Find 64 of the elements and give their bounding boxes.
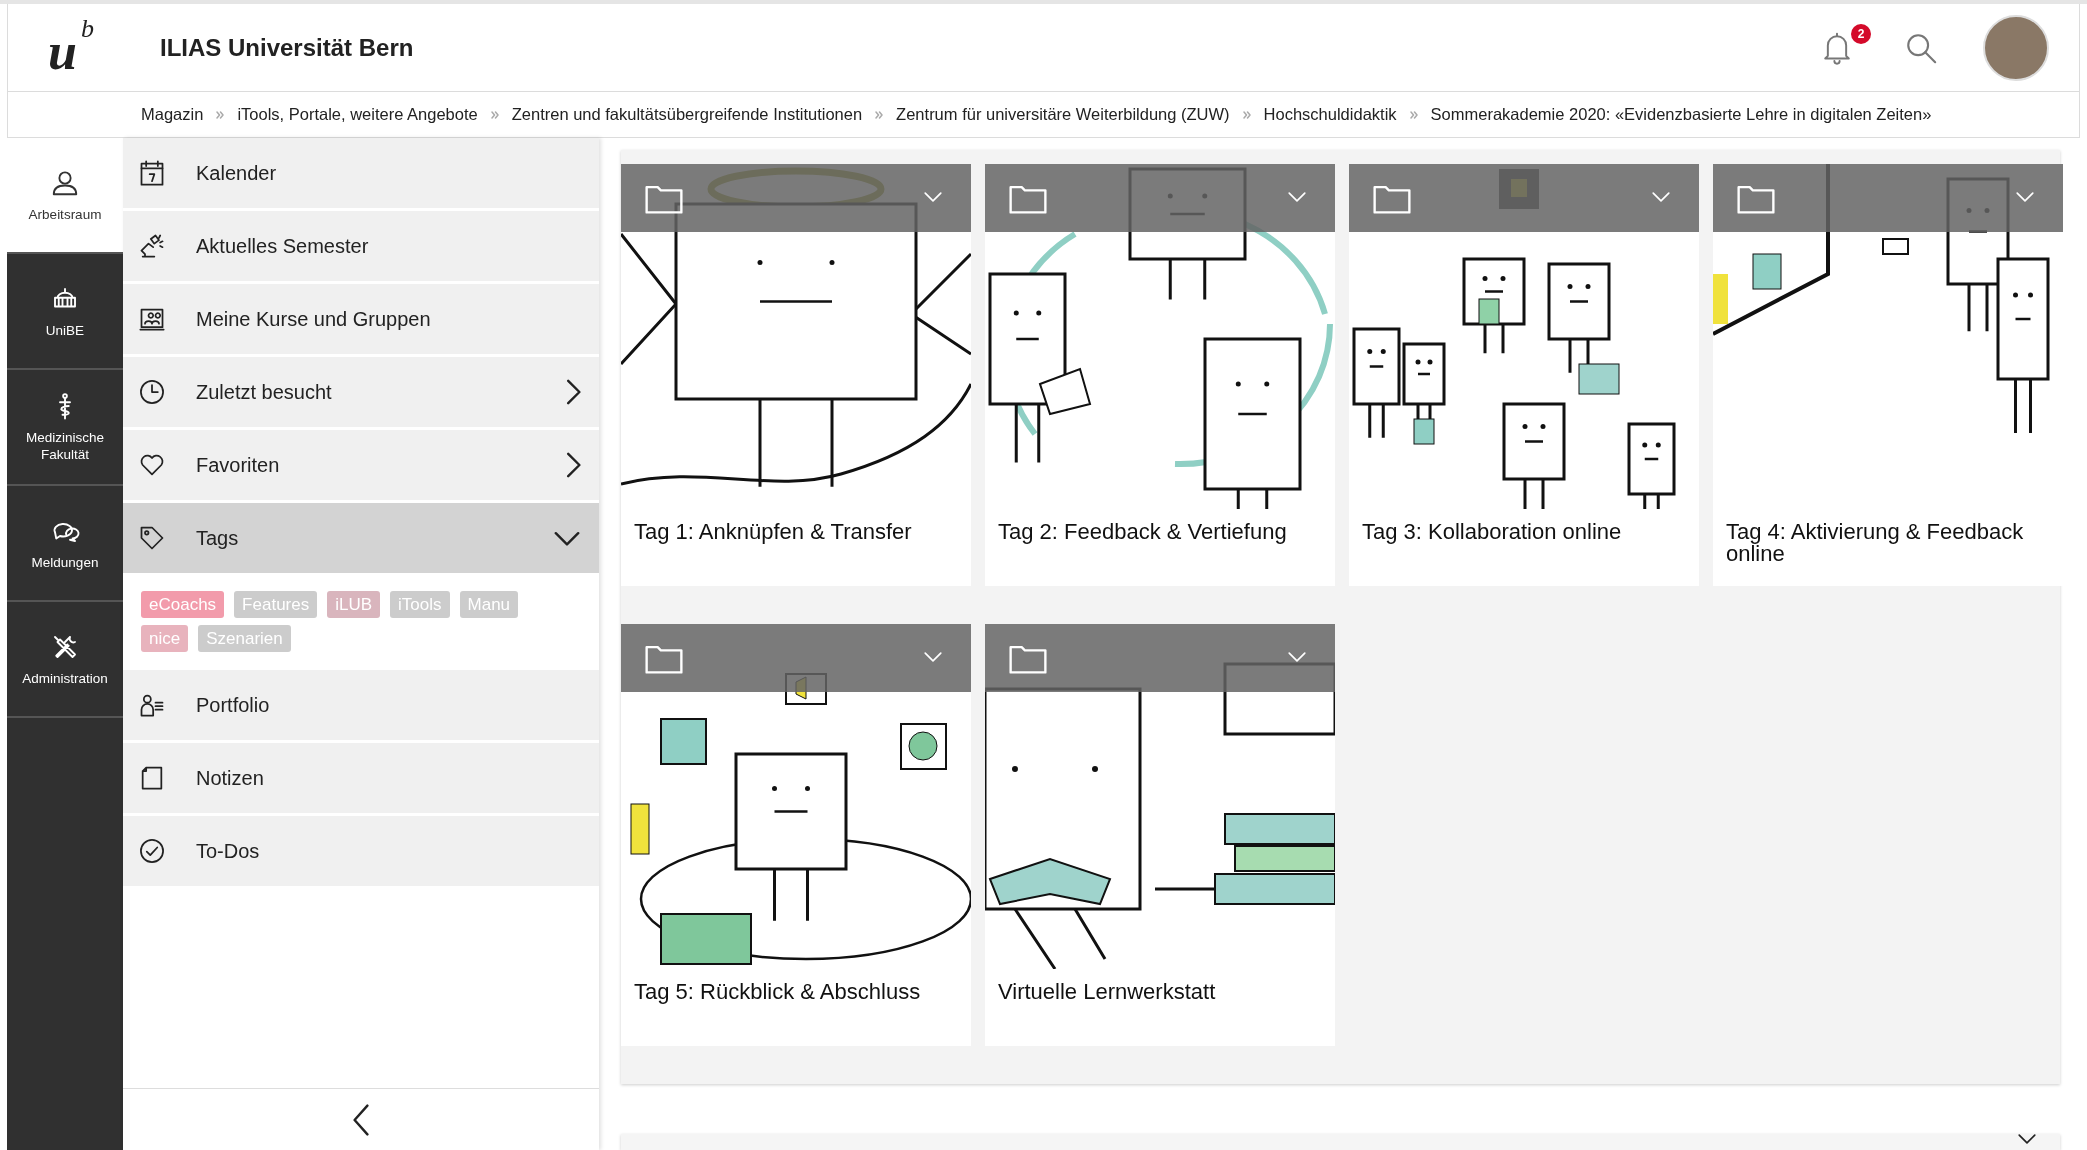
main-bar-item[interactable]: Arbeitsraum [7,138,123,254]
chevron-right-icon [565,452,581,478]
folder-icon [1009,644,1047,674]
folder-icon [645,184,683,214]
actions-dropdown[interactable] [1287,650,1307,664]
course-tile[interactable]: Tag 5: Rückblick & Abschluss [621,624,971,1046]
breadcrumb-link[interactable]: Zentren und fakultätsübergreifende Institutionen [511,102,863,127]
slate-item[interactable]: Notizen [123,743,599,813]
breadcrumb-link[interactable]: Sommerakademie 2020: «Evidenzbasierte Lehre in digitalen Zeiten» [1430,102,1932,127]
actions-dropdown[interactable] [2015,190,2035,204]
breadcrumb-link[interactable]: Zentrum für universitäre Weiterbildung (ZUW) [896,102,1230,127]
slate-item[interactable]: Zuletzt besucht [123,357,599,427]
chevron-down-icon [2016,192,2034,202]
chevron-down-icon [924,652,942,662]
chevron-down-icon [1652,192,1670,202]
chevron-down-icon [553,530,581,546]
tag-icon [138,524,166,552]
chevron-down-icon [1288,652,1306,662]
slate-item[interactable]: Kalender [123,138,599,208]
slate-item[interactable]: To-Dos [123,816,599,886]
breadcrumb-link[interactable]: Magazin [141,102,204,127]
course-tile[interactable]: Tag 3: Kollaboration online [1349,164,1699,586]
actions-dropdown[interactable] [1651,190,1671,204]
tile-title[interactable]: Tag 3: Kollaboration online [1349,509,1699,543]
separator-icon [216,110,225,119]
slate-item[interactable]: Meine Kurse und Gruppen [123,284,599,354]
slate-item[interactable]: Tags [123,503,599,573]
chevron-left-icon [353,1103,369,1136]
folder-icon [1009,184,1047,214]
separator-icon [1409,110,1418,119]
slate-item[interactable]: Portfolio [123,670,599,740]
bell-icon [1821,30,1853,65]
tile-title[interactable]: Tag 1: Anknüpfen & Transfer [621,509,971,543]
tile-title[interactable]: Tag 2: Feedback & Vertiefung [985,509,1335,543]
calendar-icon [138,159,166,187]
site-title: ILIAS Universität Bern [160,32,414,63]
course-tile[interactable]: Tag 1: Anknüpfen & Transfer [621,164,971,586]
clock-icon [138,378,166,406]
actions-dropdown[interactable] [1287,190,1307,204]
notification-count: 2 [1851,23,1871,44]
actions-dropdown[interactable] [923,190,943,204]
checkmark-circle-icon [138,837,166,865]
separator-icon [875,110,884,119]
slate-item[interactable]: Favoriten [123,430,599,500]
tile-title[interactable]: Tag 5: Rückblick & Abschluss [621,969,971,1003]
tile-title[interactable]: Tag 4: Aktivierung & Feedback online [1713,509,2063,565]
separator-icon [490,110,499,119]
actions-dropdown[interactable] [923,650,943,664]
slate-item[interactable]: Aktuelles Semester [123,211,599,281]
course-tile[interactable]: Virtuelle Lernwerkstatt [985,624,1335,1046]
chevron-down-icon [924,192,942,202]
course-tile[interactable]: Tag 2: Feedback & Vertiefung [985,164,1335,586]
course-tile[interactable]: Tag 4: Aktivierung & Feedback online [1713,164,2063,586]
chevron-down-icon [1288,192,1306,202]
breadcrumb-link[interactable]: Hochschuldidaktik [1263,102,1397,127]
folder-icon [645,644,683,674]
desk-lamp-icon [138,232,166,260]
chevron-right-icon [565,379,581,405]
tile-title[interactable]: Virtuelle Lernwerkstatt [985,969,1335,1003]
breadcrumb-link[interactable]: iTools, Portale, weitere Angebote [237,102,478,127]
folder-icon [1737,184,1775,214]
chevron-down-icon [2018,1134,2036,1144]
folder-icon [1373,184,1411,214]
separator-icon [1242,110,1251,119]
